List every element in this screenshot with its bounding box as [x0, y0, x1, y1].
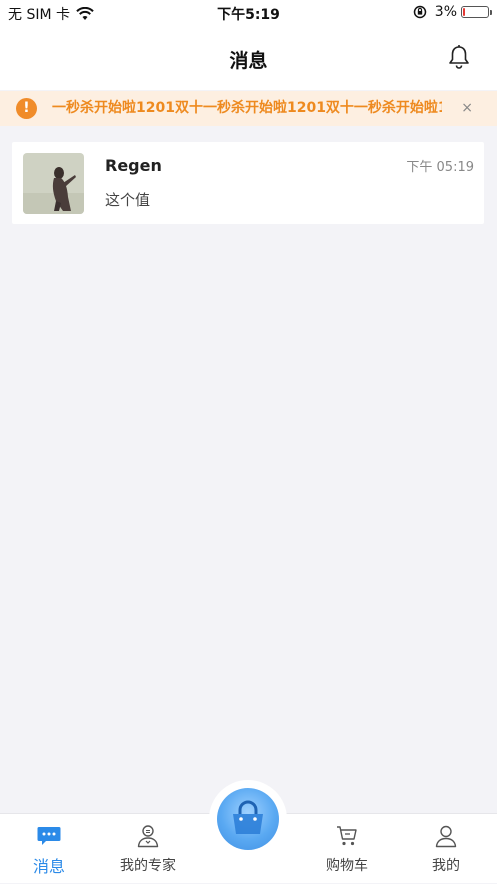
user-icon: [435, 825, 457, 848]
tab-mine-label: 我的: [432, 858, 460, 874]
tab-cart-label: 购物车: [326, 858, 368, 874]
exclamation-icon: !: [16, 98, 37, 119]
message-sender: Regen: [105, 156, 162, 175]
avatar-photo: [23, 153, 84, 214]
tab-messages-label: 消息: [32, 857, 65, 876]
tab-my-experts-label: 我的专家: [120, 858, 176, 874]
avatar: [23, 153, 84, 214]
bell-icon[interactable]: [447, 44, 471, 70]
expert-icon: [137, 825, 159, 848]
message-item[interactable]: Regen 下午 05:19 这个值: [12, 142, 484, 224]
battery-level: [463, 8, 465, 16]
notice-text[interactable]: 一秒杀开始啦1201双十一秒杀开始啦1201双十一秒杀开始啦1: [52, 99, 442, 118]
nav-bar: 消息: [0, 26, 497, 90]
tab-my-experts[interactable]: 我的专家: [108, 814, 188, 884]
message-time: 下午 05:19: [406, 160, 474, 175]
rotation-lock-icon: [413, 5, 427, 19]
message-preview: 这个值: [105, 191, 151, 209]
status-bar: 无 SIM 卡 下午5:19 3%: [0, 0, 497, 26]
tab-mine[interactable]: 我的: [406, 814, 486, 884]
cart-icon: [337, 826, 357, 846]
chat-bubble-icon: [37, 827, 61, 845]
page-title: 消息: [229, 50, 268, 72]
shopping-bag-icon: [233, 800, 263, 834]
tab-cart[interactable]: 购物车: [307, 814, 387, 884]
notice-close-button[interactable]: ×: [461, 99, 473, 118]
tab-messages[interactable]: 消息: [9, 814, 89, 884]
center-shop-button[interactable]: [209, 780, 287, 858]
notice-bar: ! 一秒杀开始啦1201双十一秒杀开始啦1201双十一秒杀开始啦1 ×: [0, 91, 497, 126]
battery-icon: [461, 6, 492, 18]
status-right: 3%: [413, 4, 492, 20]
battery-percent: 3%: [434, 4, 457, 20]
message-list: Regen 下午 05:19 这个值: [12, 142, 484, 224]
